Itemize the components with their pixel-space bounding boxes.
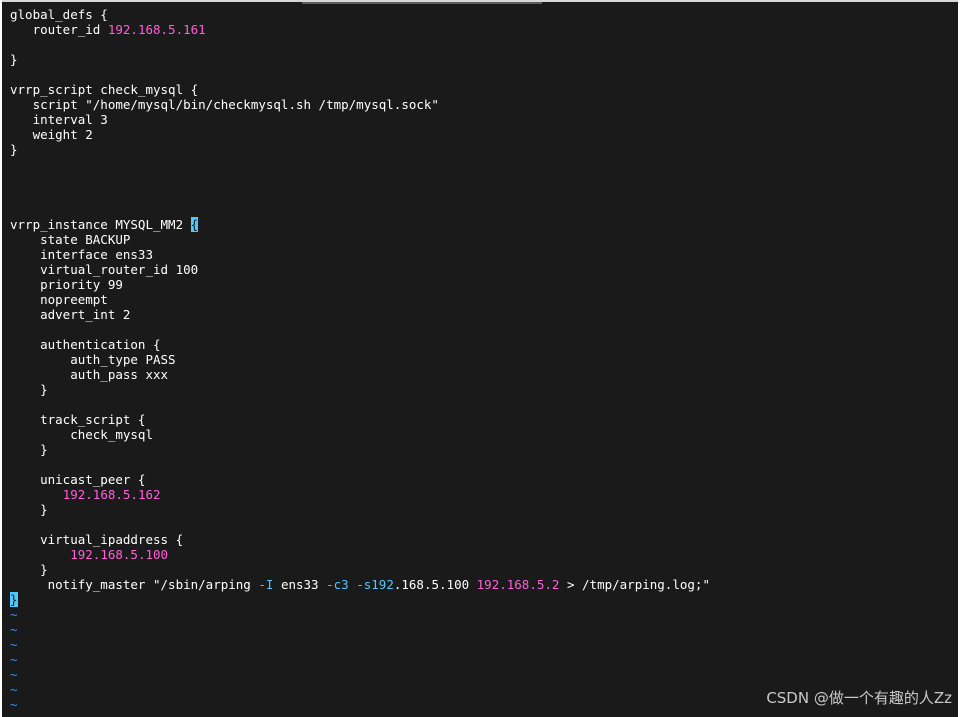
empty-line-marker: ~ (10, 652, 18, 667)
editor-line: virtual_router_id 100 (10, 262, 958, 277)
editor-line: notify_master "/sbin/arping -I ens33 -c3… (10, 577, 958, 592)
code-token: } (10, 382, 48, 397)
window-top-bar (302, 2, 542, 4)
empty-line-marker: ~ (10, 667, 18, 682)
editor-line: ~ (10, 637, 958, 652)
editor-buffer[interactable]: global_defs { router_id 192.168.5.161} vr… (10, 7, 958, 712)
code-token: nopreempt (10, 292, 108, 307)
text-cursor: { (190, 217, 199, 232)
empty-line-marker: ~ (10, 637, 18, 652)
editor-line: } (10, 562, 958, 577)
editor-line: auth_pass xxx (10, 367, 958, 382)
terminal-window[interactable]: global_defs { router_id 192.168.5.161} vr… (2, 0, 958, 717)
editor-line: check_mysql (10, 427, 958, 442)
empty-line-marker: ~ (10, 697, 18, 712)
code-token: interval 3 (10, 112, 108, 127)
editor-line: unicast_peer { (10, 472, 958, 487)
code-token: 192.168.5.100 (70, 547, 169, 562)
code-token: virtual_router_id 100 (10, 262, 199, 277)
code-token: auth_pass xxx (10, 367, 169, 382)
watermark: CSDN @做一个有趣的人Zz (766, 689, 952, 707)
editor-line: track_script { (10, 412, 958, 427)
editor-line: } (10, 592, 958, 607)
text-cursor: } (10, 592, 18, 607)
code-token: .168.5.100 (393, 577, 477, 592)
code-token: check_mysql (10, 427, 153, 442)
editor-line: ~ (10, 607, 958, 622)
code-token: } (10, 442, 48, 457)
code-token: vrrp_script check_mysql { (10, 82, 199, 97)
code-token: unicast_peer { (10, 472, 146, 487)
code-token: } (10, 502, 48, 517)
code-token: } (10, 142, 18, 157)
code-token: interface ens33 (10, 247, 153, 262)
code-token: 192.168.5.2 (476, 577, 560, 592)
code-token: auth_type PASS (10, 352, 176, 367)
code-token: } (10, 52, 18, 67)
editor-line: priority 99 (10, 277, 958, 292)
empty-line-marker: ~ (10, 682, 18, 697)
code-token: -c3 (326, 577, 349, 592)
editor-line: authentication { (10, 337, 958, 352)
empty-line-marker: ~ (10, 622, 18, 637)
code-token: -I (258, 577, 274, 592)
editor-line: vrrp_instance MYSQL_MM2 { (10, 217, 958, 232)
editor-line: weight 2 (10, 127, 958, 142)
code-token: global_defs { (10, 7, 108, 22)
editor-line: advert_int 2 (10, 307, 958, 322)
empty-line-marker: ~ (10, 607, 18, 622)
code-token: ens33 (273, 577, 327, 592)
code-token: virtual_ipaddress { (10, 532, 184, 547)
code-token: vrrp_instance MYSQL_MM2 (10, 217, 191, 232)
editor-line: virtual_ipaddress { (10, 532, 958, 547)
editor-line: } (10, 442, 958, 457)
code-token: 192.168.5.162 (62, 487, 161, 502)
editor-line: } (10, 382, 958, 397)
editor-line: global_defs { (10, 7, 958, 22)
code-token: script "/home/mysql/bin/checkmysql.sh /t… (10, 97, 439, 112)
editor-line: nopreempt (10, 292, 958, 307)
code-token: weight 2 (10, 127, 93, 142)
code-token: priority 99 (10, 277, 123, 292)
editor-line: 192.168.5.162 (10, 487, 958, 502)
editor-line: 192.168.5.100 (10, 547, 958, 562)
editor-line: ~ (10, 622, 958, 637)
code-token: } (10, 562, 48, 577)
code-token: > /tmp/arping.log;" (559, 577, 710, 592)
code-token: state BACKUP (10, 232, 131, 247)
code-token: notify_master "/sbin/arping (10, 577, 259, 592)
editor-line: vrrp_script check_mysql { (10, 82, 958, 97)
editor-line: interface ens33 (10, 247, 958, 262)
editor-line: } (10, 502, 958, 517)
code-token: router_id (10, 22, 108, 37)
code-token: track_script { (10, 412, 146, 427)
editor-line: ~ (10, 652, 958, 667)
editor-line: interval 3 (10, 112, 958, 127)
code-token: authentication { (10, 337, 161, 352)
code-token: advert_int 2 (10, 307, 131, 322)
editor-line: } (10, 142, 958, 157)
editor-line: } (10, 52, 958, 67)
editor-line: state BACKUP (10, 232, 958, 247)
editor-line: ~ (10, 667, 958, 682)
editor-line: script "/home/mysql/bin/checkmysql.sh /t… (10, 97, 958, 112)
code-token: 192.168.5.161 (107, 22, 206, 37)
code-token: -s192 (356, 577, 394, 592)
editor-line: router_id 192.168.5.161 (10, 22, 958, 37)
editor-line: auth_type PASS (10, 352, 958, 367)
